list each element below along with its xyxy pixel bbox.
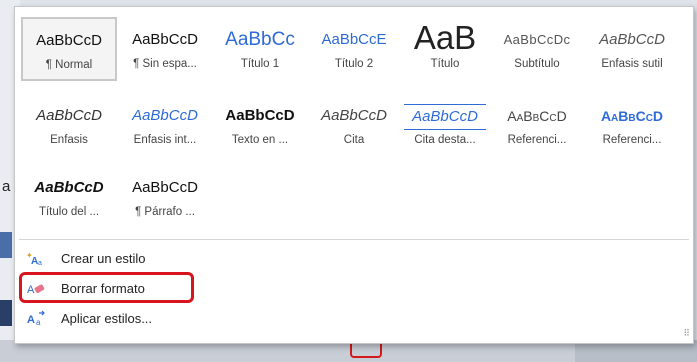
style-tile-subtitulo[interactable]: AaBbCcDc Subtítulo (489, 17, 585, 81)
style-tile-cita[interactable]: AaBbCcD Cita (306, 93, 402, 157)
style-tile-enfasis-sutil[interactable]: AaBbCcD Énfasis sutil (584, 17, 680, 81)
style-name: Subtítulo (514, 58, 560, 70)
style-sample: AaBbCcE (321, 31, 387, 48)
style-sample: AaBbCcD (600, 108, 664, 124)
create-style-icon: ✦ A a (25, 249, 47, 267)
style-sample: AaBbCcD (132, 179, 198, 196)
style-tile-normal[interactable]: AaBbCcD ¶ Normal (21, 17, 117, 81)
style-tile-parrafo-de-lista[interactable]: AaBbCcD ¶ Párrafo ... (117, 165, 213, 229)
style-name: Título 2 (334, 58, 374, 70)
svg-text:A: A (27, 314, 35, 326)
style-tile-referencia-intensa[interactable]: AaBbCcD Referenci... (584, 93, 680, 157)
style-tile-titulo-1[interactable]: AaBbCc Título 1 (212, 17, 308, 81)
style-tile-titulo[interactable]: AaB Título (397, 17, 493, 81)
style-tile-enfasis[interactable]: AaBbCcD Énfasis (21, 93, 117, 157)
red-highlight-annotation (19, 272, 194, 303)
style-sample: AaBbCcD (599, 31, 665, 48)
style-tile-texto-en-negrita[interactable]: AaBbCcD Texto en ... (212, 93, 308, 157)
ribbon-strip (0, 232, 12, 258)
menu-divider (19, 239, 689, 240)
style-name: Referenci... (507, 134, 567, 146)
style-sample: AaB (413, 20, 477, 56)
resize-grip[interactable]: ⠿ (683, 328, 690, 339)
style-name: Referenci... (602, 134, 662, 146)
style-tile-titulo-2[interactable]: AaBbCcE Título 2 (306, 17, 402, 81)
create-style-label: Crear un estilo (61, 250, 146, 266)
style-sample: AaBbCc (225, 29, 295, 50)
style-sample: AaBbCcD (225, 107, 295, 124)
document-text-fragment: a (2, 178, 11, 195)
style-name: Énfasis int... (133, 134, 197, 146)
apply-styles-label: Aplicar estilos... (61, 310, 153, 326)
style-sample: AaBbCcD (132, 107, 198, 124)
style-sample: AaBbCcD (132, 31, 198, 48)
style-tile-enfasis-intenso[interactable]: AaBbCcD Énfasis int... (117, 93, 213, 157)
style-sample: AaBbCcD (36, 32, 102, 49)
style-name: Cita (343, 134, 365, 146)
style-sample: AaBbCcD (507, 108, 567, 124)
styles-gallery-popup: AaBbCcD ¶ Normal AaBbCcD ¶ Sin espa... A… (14, 6, 694, 344)
style-name: ¶ Normal (45, 59, 93, 71)
style-name: Título del ... (38, 206, 100, 218)
style-name: Cita desta... (414, 134, 476, 146)
style-tile-titulo-del-libro[interactable]: AaBbCcD Título del ... (21, 165, 117, 229)
ribbon-strip (0, 300, 12, 326)
style-name: Énfasis (50, 134, 88, 146)
apply-styles-command[interactable]: A a Aplicar estilos... (25, 307, 225, 329)
style-sample: AaBbCcDc (503, 32, 571, 47)
style-tile-sin-espaciado[interactable]: AaBbCcD ¶ Sin espa... (117, 17, 213, 81)
style-name: Énfasis sutil (601, 58, 663, 70)
style-sample: AaBbCcD (36, 107, 102, 124)
style-sample: AaBbCcD (404, 104, 486, 130)
styles-gallery: AaBbCcD ¶ Normal AaBbCcD ¶ Sin espa... A… (19, 13, 691, 237)
style-tile-cita-destacada[interactable]: AaBbCcD Cita desta... (397, 93, 493, 157)
style-tile-referencia-sutil[interactable]: AaBbCcD Referenci... (489, 93, 585, 157)
style-name: Título 1 (240, 58, 280, 70)
apply-styles-icon: A a (25, 309, 47, 327)
svg-text:a: a (38, 260, 42, 266)
style-name: ¶ Sin espa... (133, 58, 197, 70)
style-name: Texto en ... (231, 134, 289, 146)
background-red-mark (350, 344, 382, 358)
style-sample: AaBbCcD (34, 179, 104, 196)
create-style-command[interactable]: ✦ A a Crear un estilo (25, 247, 225, 269)
style-name: Título (430, 58, 460, 70)
style-sample: AaBbCcD (321, 107, 387, 124)
svg-text:a: a (36, 318, 41, 326)
style-name: ¶ Párrafo ... (135, 206, 195, 218)
